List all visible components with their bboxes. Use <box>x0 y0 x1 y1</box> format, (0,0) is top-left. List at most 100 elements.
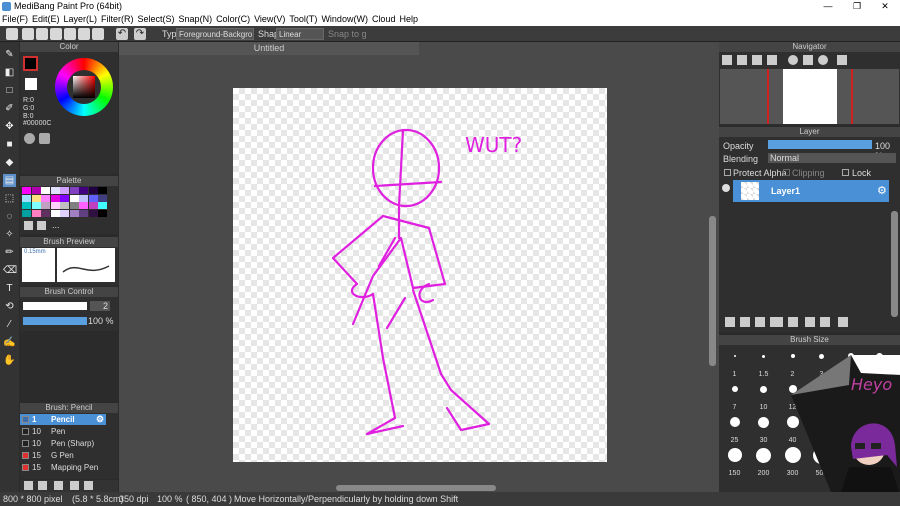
menu-help[interactable]: Help <box>397 13 420 26</box>
brush-size-cell[interactable]: 10 <box>750 380 777 411</box>
brush-add-icon[interactable] <box>24 481 33 490</box>
rectangle-tool-icon[interactable]: □ <box>3 84 16 97</box>
palette-swatch[interactable] <box>69 209 79 217</box>
menu-edit[interactable]: Edit(E) <box>30 13 62 26</box>
new-8bit-layer-icon[interactable] <box>755 317 765 327</box>
brush-copy-icon[interactable] <box>70 481 79 490</box>
brush-size-cell[interactable]: 1.5 <box>750 347 777 378</box>
palette-swatch[interactable] <box>69 187 79 194</box>
delete-color-icon[interactable] <box>37 221 46 230</box>
brush-list-item[interactable]: 10 Pen (Sharp) <box>20 438 106 449</box>
hand-tool-icon[interactable]: ✋ <box>3 354 16 367</box>
lock-checkbox[interactable] <box>842 169 849 176</box>
text-tool-icon[interactable]: T <box>3 282 16 295</box>
zoom-pen-icon[interactable]: ✍ <box>3 336 16 349</box>
palette-swatch[interactable] <box>88 209 98 217</box>
palette-swatch[interactable] <box>60 187 69 194</box>
rotate-right-icon[interactable] <box>818 55 828 65</box>
palette-swatch[interactable] <box>69 194 79 202</box>
zoom-in-icon[interactable] <box>722 55 732 65</box>
palette-swatch[interactable] <box>31 194 41 202</box>
eraser-tool-icon[interactable]: ◧ <box>3 66 16 79</box>
palette-swatch[interactable] <box>41 187 50 194</box>
type-dropdown[interactable]: Foreground-Backgro <box>176 28 254 40</box>
add-color-icon[interactable] <box>24 221 33 230</box>
horizontal-scrollbar[interactable] <box>336 485 496 491</box>
layer-visibility-icon[interactable] <box>722 184 730 192</box>
brush-tool-icon[interactable]: ✎ <box>3 48 16 61</box>
brush-size-cell[interactable]: 7 <box>721 380 748 411</box>
brush-size-cell[interactable]: 1 <box>721 347 748 378</box>
brush-size-value[interactable]: 2 <box>90 301 110 311</box>
brush-item-settings-icon[interactable]: ⚙ <box>96 414 104 425</box>
brush-size-cell[interactable]: 25 <box>721 413 748 444</box>
palette-swatch[interactable] <box>50 187 60 194</box>
tab-untitled[interactable]: Untitled <box>119 42 419 55</box>
palette-icon[interactable] <box>24 133 35 144</box>
shape-dropdown[interactable]: Linear <box>276 28 324 40</box>
palette-swatch[interactable] <box>88 202 98 209</box>
redo-icon[interactable]: ↷ <box>134 28 146 40</box>
palette-swatch[interactable] <box>60 209 69 217</box>
palette-swatch[interactable] <box>79 209 88 217</box>
select-tool-icon[interactable]: ⬚ <box>3 192 16 205</box>
palette-swatch[interactable] <box>41 194 50 202</box>
operation-tool-icon[interactable]: ⟲ <box>3 300 16 313</box>
flip-icon[interactable] <box>837 55 847 65</box>
menu-file[interactable]: File(F) <box>0 13 30 26</box>
zoom-out-icon[interactable] <box>737 55 747 65</box>
palette-swatch[interactable] <box>50 202 60 209</box>
brush-settings-icon[interactable] <box>54 481 63 490</box>
brush-opacity-slider[interactable] <box>23 317 87 325</box>
save-icon[interactable] <box>64 28 76 40</box>
palette-swatch[interactable] <box>98 187 107 194</box>
new-halftone-layer-icon[interactable] <box>740 317 750 327</box>
blending-dropdown[interactable]: Normal <box>768 153 896 163</box>
brush-size-slider[interactable] <box>23 302 87 310</box>
navigator-preview[interactable] <box>720 69 899 124</box>
cloud-icon[interactable] <box>6 28 18 40</box>
share-icon[interactable] <box>78 28 90 40</box>
menu-color[interactable]: Color(C) <box>214 13 252 26</box>
palette-swatch[interactable] <box>60 194 69 202</box>
palette-swatch[interactable] <box>88 187 98 194</box>
palette-swatch[interactable] <box>60 202 69 209</box>
palette-swatch[interactable] <box>41 202 50 209</box>
palette-swatch[interactable] <box>31 209 41 217</box>
palette-swatch[interactable] <box>50 194 60 202</box>
reset-rotation-icon[interactable] <box>803 55 813 65</box>
layer-row[interactable]: Layer1 ⚙ <box>733 180 889 202</box>
menu-select[interactable]: Select(S) <box>136 13 177 26</box>
menu-layer[interactable]: Layer(L) <box>62 13 100 26</box>
layer-settings-icon[interactable]: ⚙ <box>877 184 887 197</box>
brush-list-item[interactable]: 15 Mapping Pen <box>20 462 106 473</box>
menu-tool[interactable]: Tool(T) <box>287 13 319 26</box>
foreground-color-swatch[interactable] <box>23 56 38 71</box>
menu-cloud[interactable]: Cloud <box>370 13 398 26</box>
pen-tool-icon[interactable]: ✐ <box>3 102 16 115</box>
color-wheel[interactable] <box>55 58 113 116</box>
palette-swatch[interactable] <box>69 202 79 209</box>
grid-icon[interactable] <box>92 28 104 40</box>
vertical-scrollbar[interactable] <box>709 216 716 366</box>
palette-swatch[interactable] <box>22 194 31 202</box>
rotate-left-icon[interactable] <box>788 55 798 65</box>
layer-folder-icon[interactable] <box>788 317 798 327</box>
brush-folder-icon[interactable] <box>84 481 93 490</box>
brush-size-cell[interactable]: 150 <box>721 446 748 477</box>
gradient-tool-icon[interactable]: ▤ <box>3 174 16 187</box>
drawing-canvas[interactable]: WUT? <box>233 88 607 462</box>
delete-layer-icon[interactable] <box>838 317 848 327</box>
menu-filter[interactable]: Filter(R) <box>99 13 136 26</box>
palette-swatch[interactable] <box>22 209 31 217</box>
palette-swatch[interactable] <box>22 202 31 209</box>
background-color-swatch[interactable] <box>25 78 37 90</box>
fill-rect-tool-icon[interactable]: ■ <box>3 138 16 151</box>
palette-swatch[interactable] <box>79 187 88 194</box>
palette-swatch[interactable] <box>22 187 31 194</box>
palette-swatch[interactable] <box>98 202 107 209</box>
undo-icon[interactable]: ↶ <box>116 28 128 40</box>
menu-window[interactable]: Window(W) <box>319 13 370 26</box>
new-file-icon[interactable] <box>22 28 34 40</box>
minimize-button[interactable]: — <box>814 0 842 13</box>
